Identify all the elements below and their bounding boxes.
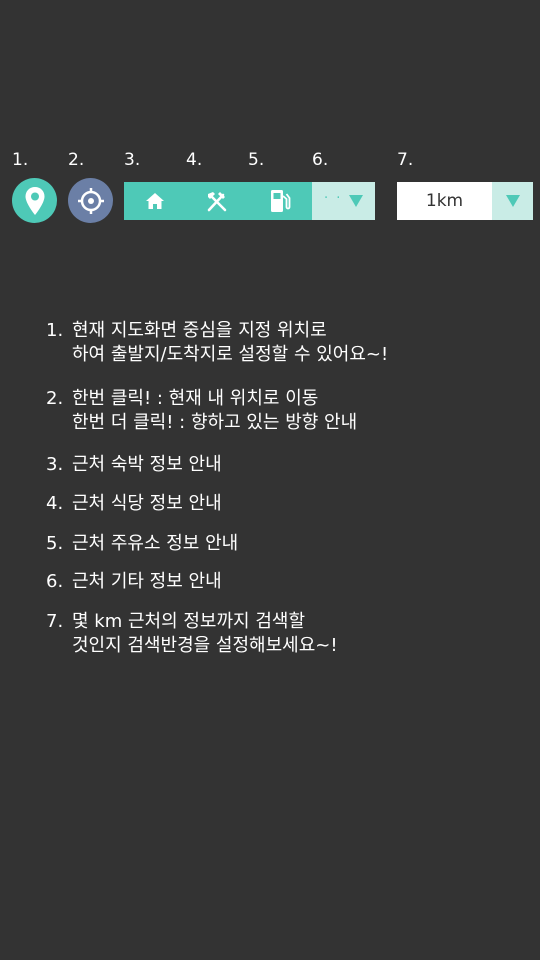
description-number: 2. — [46, 388, 64, 409]
search-radius-value: 1km — [425, 191, 464, 211]
label-number-3: 3. — [124, 150, 141, 170]
description-line: 현재 지도화면 중심을 지정 위치로 — [72, 320, 327, 341]
more-dots-icon: · · — [324, 191, 343, 206]
description-line: 근처 기타 정보 안내 — [72, 571, 222, 592]
description-line: 근처 주유소 정보 안내 — [72, 533, 239, 554]
description-line: 한번 더 클릭! : 향하고 있는 방향 안내 — [72, 412, 358, 433]
dropdown-arrow-icon — [505, 195, 520, 207]
description-number: 6. — [46, 571, 64, 592]
description-number: 5. — [46, 533, 64, 554]
label-number-2: 2. — [68, 150, 85, 170]
description-line: 하여 출발지/도착지로 설정할 수 있어요~! — [72, 344, 389, 365]
description-1: 1. 현재 지도화면 중심을 지정 위치로하여 출발지/도착지로 설정할 수 있어… — [46, 319, 388, 367]
crosshair-icon — [77, 187, 104, 214]
description-4: 4. 근처 식당 정보 안내 — [46, 492, 222, 516]
description-3: 3. 근처 숙박 정보 안내 — [46, 453, 222, 477]
description-number: 3. — [46, 454, 64, 475]
description-line: 한번 클릭! : 현재 내 위치로 이동 — [72, 388, 319, 409]
description-6: 6. 근처 기타 정보 안내 — [46, 570, 222, 594]
current-location-button[interactable] — [68, 178, 113, 223]
description-line: 근처 식당 정보 안내 — [72, 493, 222, 514]
radius-dropdown-button[interactable] — [492, 182, 533, 220]
description-number: 1. — [46, 320, 64, 341]
label-number-5: 5. — [248, 150, 265, 170]
label-number-7: 7. — [397, 150, 414, 170]
home-icon — [146, 193, 164, 209]
description-line: 근처 숙박 정보 안내 — [72, 454, 222, 475]
category-bar: · · — [124, 182, 375, 220]
fork-knife-icon — [207, 192, 227, 212]
label-number-1: 1. — [12, 150, 29, 170]
description-7: 7. 몇 km 근처의 정보까지 검색할것인지 검색반경을 설정해보세요~! — [46, 610, 338, 658]
lodging-category-button[interactable] — [124, 182, 186, 220]
description-5: 5. 근처 주유소 정보 안내 — [46, 532, 238, 556]
label-number-6: 6. — [312, 150, 329, 170]
restaurant-category-button[interactable] — [186, 182, 248, 220]
more-category-dropdown[interactable]: · · — [312, 182, 375, 220]
map-pin-icon — [25, 186, 44, 215]
description-number: 4. — [46, 493, 64, 514]
description-line: 몇 km 근처의 정보까지 검색할 — [72, 611, 306, 632]
set-location-button[interactable] — [12, 178, 57, 223]
gas-pump-icon — [271, 190, 291, 212]
description-line: 것인지 검색반경을 설정해보세요~! — [72, 635, 338, 656]
description-2: 2. 한번 클릭! : 현재 내 위치로 이동한번 더 클릭! : 향하고 있는 … — [46, 387, 357, 435]
gas-station-category-button[interactable] — [248, 182, 312, 220]
description-number: 7. — [46, 611, 64, 632]
dropdown-arrow-icon — [349, 195, 363, 207]
label-number-4: 4. — [186, 150, 203, 170]
search-radius-select[interactable]: 1km — [397, 182, 533, 220]
